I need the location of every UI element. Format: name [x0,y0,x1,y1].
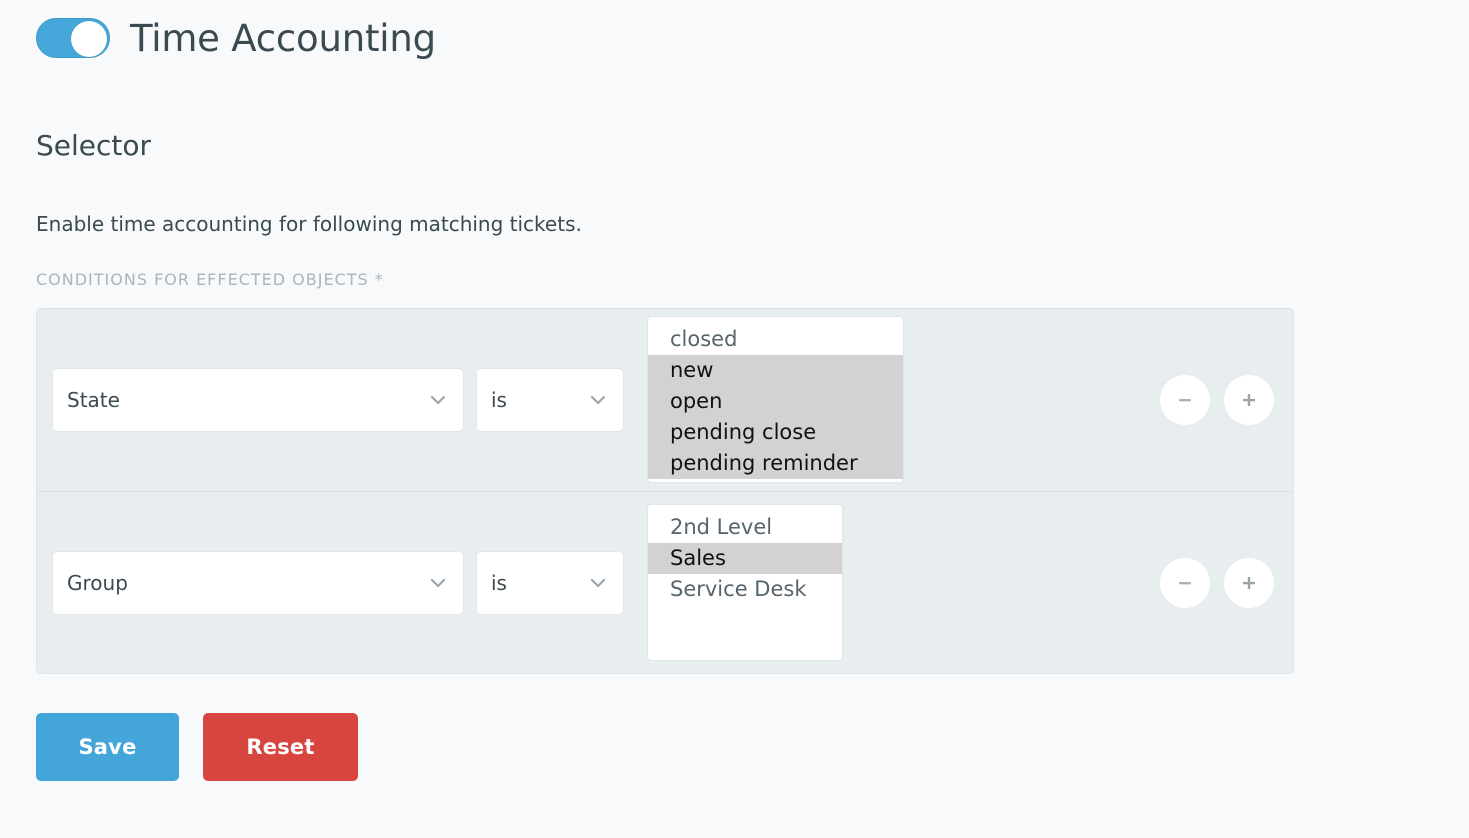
condition-operator-value: is [491,570,507,595]
chevron-down-icon [587,389,609,411]
toggle-knob-icon [71,21,107,57]
page-header: Time Accounting [36,18,436,58]
condition-value-listbox-state[interactable]: closed new open pending close pending re… [647,316,904,483]
condition-row: Group is 2nd Level Sales Service Desk [37,491,1293,673]
chevron-down-icon [587,572,609,594]
list-item[interactable]: new [648,355,903,386]
condition-row: State is closed new open pending close p… [37,309,1293,491]
condition-attribute-value: State [67,388,120,412]
reset-button[interactable]: Reset [203,713,358,781]
list-item[interactable]: pending reminder [648,448,903,479]
chevron-down-icon [427,572,449,594]
list-item[interactable]: Service Desk [648,574,842,605]
condition-attribute-select-state[interactable]: State [52,368,464,432]
add-condition-button[interactable] [1223,556,1275,609]
condition-operator-select-state[interactable]: is [476,368,624,432]
remove-condition-button[interactable] [1159,556,1211,609]
settings-page: Time Accounting Selector Enable time acc… [0,0,1469,838]
conditions-field-label: CONDITIONS FOR EFFECTED OBJECTS * [36,270,384,289]
list-item[interactable]: Sales [648,543,842,574]
condition-row-buttons [1159,556,1275,609]
condition-value-listbox-group[interactable]: 2nd Level Sales Service Desk [647,504,843,661]
condition-attribute-value: Group [67,570,128,595]
form-actions: Save Reset [36,713,358,781]
page-title: Time Accounting [130,16,436,60]
time-accounting-toggle[interactable] [36,18,110,58]
condition-attribute-select-group[interactable]: Group [52,550,464,615]
list-item[interactable]: 2nd Level [648,512,842,543]
list-item[interactable]: closed [648,324,903,355]
remove-condition-button[interactable] [1159,374,1211,426]
condition-operator-select-group[interactable]: is [476,550,624,615]
list-item[interactable]: open [648,386,903,417]
chevron-down-icon [427,389,449,411]
condition-operator-value: is [491,388,507,412]
save-button[interactable]: Save [36,713,179,781]
list-item[interactable]: pending close [648,417,903,448]
section-description: Enable time accounting for following mat… [36,212,582,236]
add-condition-button[interactable] [1223,374,1275,426]
conditions-panel: State is closed new open pending close p… [36,308,1294,674]
section-title: Selector [36,129,152,162]
condition-row-buttons [1159,374,1275,426]
